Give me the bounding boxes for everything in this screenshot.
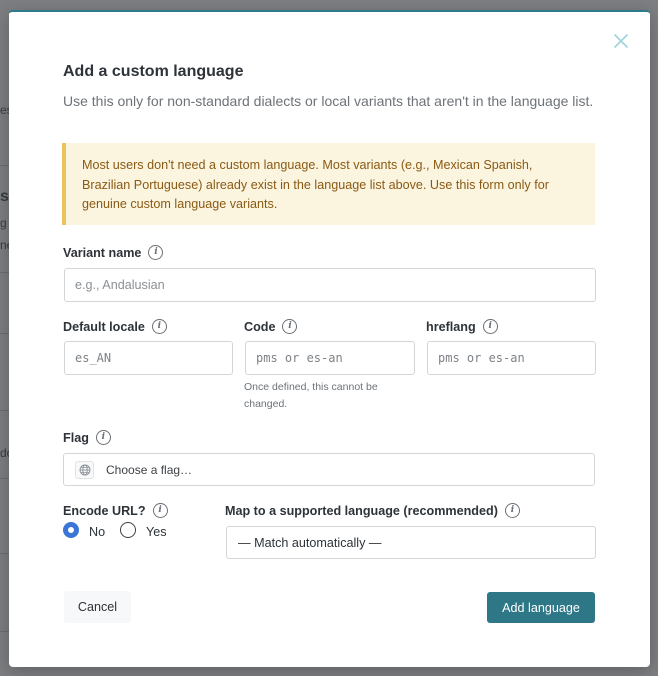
add-language-button[interactable]: Add language (487, 592, 595, 623)
info-icon[interactable]: i (148, 245, 164, 260)
code-input[interactable] (245, 341, 415, 375)
default-locale-label: Default locale i (63, 319, 167, 334)
globe-icon (75, 460, 94, 479)
background-text: s (0, 188, 9, 205)
info-icon[interactable]: i (504, 503, 520, 518)
radio-label-no: No (89, 525, 106, 539)
encode-url-no-option[interactable]: No (63, 522, 106, 539)
default-locale-label-text: Default locale (63, 319, 145, 334)
info-icon[interactable]: i (151, 319, 167, 334)
variant-name-input[interactable] (64, 268, 596, 302)
hreflang-label-text: hreflang (426, 319, 476, 334)
encode-url-label: Encode URL? i (63, 503, 168, 518)
modal-title: Add a custom language (63, 63, 244, 80)
modal-subtitle: Use this only for non-standard dialects … (63, 93, 594, 109)
variant-name-label: Variant name i (63, 245, 164, 260)
cancel-button[interactable]: Cancel (64, 591, 131, 623)
code-hint: Once defined, this cannot be changed. (244, 381, 378, 410)
flag-select-value: Choose a flag… (106, 462, 193, 477)
radio-unselected[interactable] (120, 522, 136, 538)
background-text: g (0, 216, 7, 230)
map-language-label-text: Map to a supported language (recommended… (225, 503, 498, 518)
flag-label: Flag i (63, 430, 111, 445)
flag-select[interactable]: Choose a flag… (63, 453, 595, 486)
info-icon[interactable]: i (482, 319, 498, 334)
map-language-select[interactable]: — Match automatically — (226, 526, 596, 559)
info-icon[interactable]: i (152, 503, 168, 518)
variant-name-label-text: Variant name (63, 245, 142, 260)
code-label: Code i (244, 319, 298, 334)
flag-label-text: Flag (63, 430, 89, 445)
custom-language-modal: Add a custom language Use this only for … (9, 10, 650, 667)
close-icon (614, 34, 628, 48)
encode-url-label-text: Encode URL? (63, 503, 146, 518)
info-icon[interactable]: i (282, 319, 298, 334)
default-locale-input[interactable] (64, 341, 233, 375)
radio-label-yes: Yes (146, 525, 167, 539)
encode-url-yes-option[interactable]: Yes (120, 522, 167, 539)
info-notice: Most users don't need a custom language.… (62, 143, 595, 225)
code-label-text: Code (244, 319, 276, 334)
close-button[interactable] (612, 32, 630, 50)
info-icon[interactable]: i (95, 430, 111, 445)
radio-selected[interactable] (63, 522, 79, 538)
hreflang-input[interactable] (427, 341, 596, 375)
map-language-label: Map to a supported language (recommended… (225, 503, 520, 518)
hreflang-label: hreflang i (426, 319, 498, 334)
